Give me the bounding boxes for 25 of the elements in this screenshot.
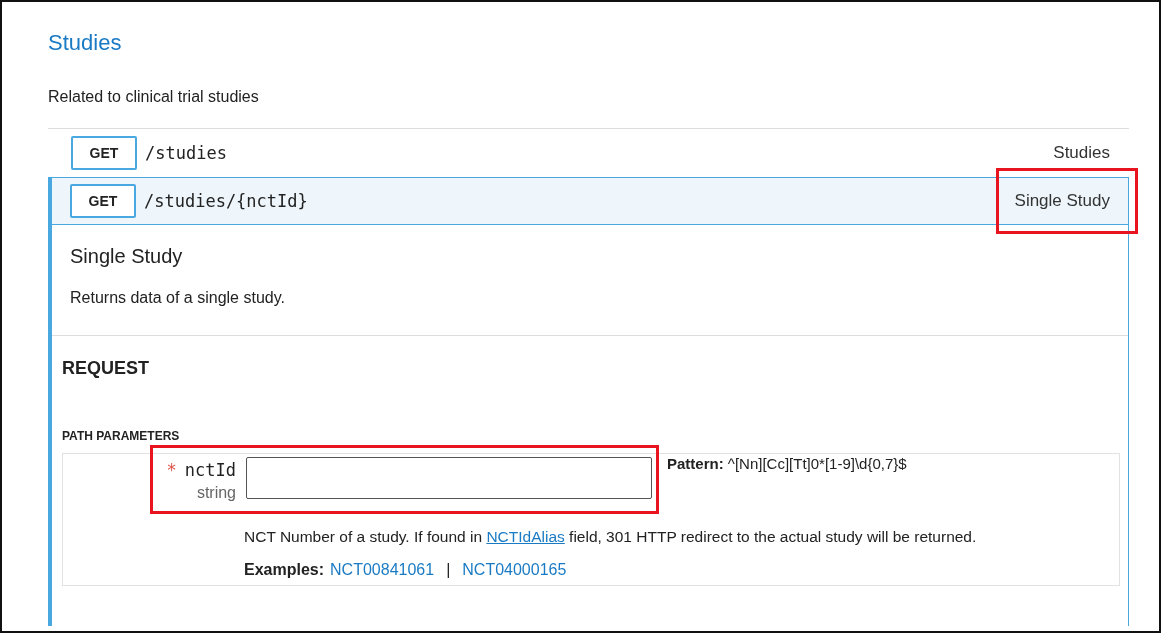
method-badge: GET — [71, 136, 137, 170]
request-heading: REQUEST — [62, 358, 150, 379]
detail-description: Returns data of a single study. — [70, 289, 286, 307]
parameter-description: NCT Number of a study. If found in NCTIdAlias field, 301 HTTP redirect to the actual study will be returned. — [244, 528, 978, 546]
endpoint-path: /studies/{nctId} — [144, 191, 308, 211]
endpoint-row[interactable]: GET /studies/{nctId} Single Study — [48, 177, 1129, 225]
endpoint-path: /studies — [145, 143, 227, 163]
endpoint-row[interactable]: GET /studies Studies — [48, 129, 1129, 177]
parameters-heading: PATH PARAMETERS — [62, 429, 181, 443]
detail-title: Single Study — [70, 244, 184, 269]
example-link[interactable]: NCT00841061 — [330, 561, 435, 579]
section-title: Studies — [48, 29, 123, 57]
example-link[interactable]: NCT04000165 — [462, 561, 567, 579]
required-mark: * — [166, 460, 177, 480]
pattern-text: Pattern: ^[Nn][Cc][Tt]0*[1-9]\d{0,7}$ — [667, 454, 907, 472]
examples-label: Examples: — [244, 561, 325, 579]
method-badge: GET — [70, 184, 136, 218]
separator: | — [446, 561, 451, 579]
endpoint-summary: Single Study — [1014, 191, 1110, 211]
input-field[interactable] — [246, 457, 652, 499]
parameter-name: nctId — [184, 460, 236, 480]
parameter-type: string — [196, 484, 236, 502]
alias-link[interactable]: NCTIdAlias — [486, 528, 565, 545]
endpoint-summary: Studies — [1053, 143, 1110, 163]
section-description: Related to clinical trial studies — [48, 87, 260, 107]
